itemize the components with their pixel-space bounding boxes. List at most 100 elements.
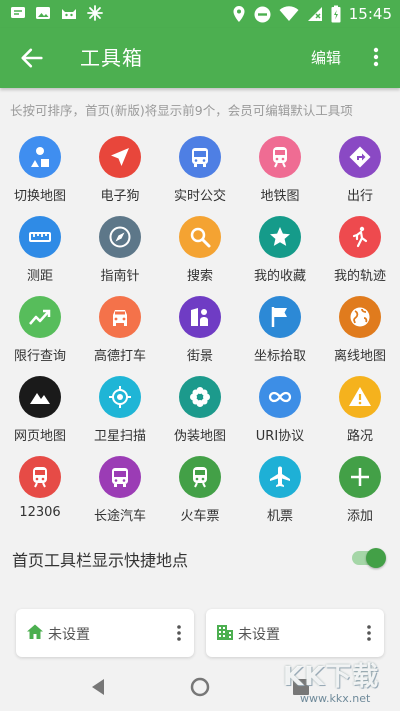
- tool-satellite-scan[interactable]: 卫星扫描: [80, 376, 160, 446]
- tool-label: 火车票: [180, 509, 220, 524]
- tool-realtime-bus[interactable]: 实时公交: [160, 136, 240, 206]
- tool-road-conditions[interactable]: 路况: [320, 376, 400, 446]
- tool-street-view[interactable]: 街景: [160, 296, 240, 366]
- toggle-knob: [366, 548, 386, 568]
- dnd-icon: [254, 6, 271, 22]
- back-arrow-icon[interactable]: [18, 44, 46, 72]
- quick-places-toggle[interactable]: [350, 548, 386, 568]
- tool-train-ticket[interactable]: 火车票: [160, 456, 240, 526]
- tool-label: 限行查询: [13, 349, 66, 364]
- streetview-icon: [179, 296, 221, 338]
- tool-label: 路况: [346, 429, 373, 444]
- tool-taxi[interactable]: 高德打车: [80, 296, 160, 366]
- battery-icon: [331, 5, 341, 23]
- company-shortcut-card[interactable]: 未设置: [206, 609, 384, 657]
- tool-label: 伪装地图: [173, 429, 226, 444]
- globe-icon: [339, 296, 381, 338]
- compass-icon: [99, 216, 141, 258]
- watermark-brand: KK下载: [283, 662, 380, 692]
- tool-label: 我的轨迹: [333, 269, 386, 284]
- tool-subway-map[interactable]: 地铁图: [240, 136, 320, 206]
- more-vert-icon[interactable]: [364, 45, 388, 69]
- tool-switch-map[interactable]: 切换地图: [0, 136, 80, 206]
- tool-label: 出行: [346, 189, 373, 204]
- tool-tracks[interactable]: 我的轨迹: [320, 216, 400, 286]
- tool-label: 离线地图: [333, 349, 386, 364]
- tool-12306[interactable]: 12306: [0, 456, 80, 526]
- tool-disguise-map[interactable]: 伪装地图: [160, 376, 240, 446]
- gps-icon: [99, 376, 141, 418]
- navigation-arrow-icon: [99, 136, 141, 178]
- tool-label: 卫星扫描: [93, 429, 146, 444]
- car-icon: [99, 296, 141, 338]
- image-icon: [35, 5, 51, 25]
- train-ticket-icon: [179, 456, 221, 498]
- ruler-icon: [19, 216, 61, 258]
- tool-coordinate-pick[interactable]: 坐标拾取: [240, 296, 320, 366]
- tool-measure[interactable]: 测距: [0, 216, 80, 286]
- nav-back-icon[interactable]: [88, 676, 110, 698]
- tool-label: 电子狗: [100, 189, 140, 204]
- tool-label: 高德打车: [93, 349, 146, 364]
- tool-radar[interactable]: 电子狗: [80, 136, 160, 206]
- train-icon: [19, 456, 61, 498]
- page-title: 工具箱: [80, 46, 143, 70]
- tool-favorites[interactable]: 我的收藏: [240, 216, 320, 286]
- tool-uri-protocol[interactable]: URI协议: [240, 376, 320, 446]
- location-icon: [233, 6, 245, 22]
- tool-long-distance-bus[interactable]: 长途汽车: [80, 456, 160, 526]
- home-icon: [27, 624, 43, 639]
- tool-label: 长途汽车: [93, 509, 146, 524]
- signal-icon: [307, 7, 322, 21]
- tool-label: 我的收藏: [253, 269, 306, 284]
- tool-label: 地铁图: [260, 189, 300, 204]
- tool-label: 网页地图: [13, 429, 66, 444]
- plus-icon: [339, 456, 381, 498]
- tool-label: 搜索: [186, 269, 213, 284]
- wifi-icon: [279, 6, 299, 21]
- edit-button[interactable]: 编辑: [311, 47, 341, 69]
- more-vert-icon[interactable]: [170, 623, 188, 643]
- status-bar: 15:45: [0, 0, 400, 28]
- company-shortcut-label: 未设置: [238, 627, 280, 643]
- tool-traffic-restriction[interactable]: 限行查询: [0, 296, 80, 366]
- home-shortcut-card[interactable]: 未设置: [16, 609, 194, 657]
- more-vert-icon[interactable]: [360, 623, 378, 643]
- message-icon: [10, 5, 26, 25]
- trend-icon: [19, 296, 61, 338]
- airplane-icon: [259, 456, 301, 498]
- flag-icon: [259, 296, 301, 338]
- coach-icon: [99, 456, 141, 498]
- directions-icon: [339, 136, 381, 178]
- tool-compass[interactable]: 指南针: [80, 216, 160, 286]
- company-icon: [217, 625, 233, 640]
- tool-label: 机票: [266, 509, 293, 524]
- tool-label: 切换地图: [13, 189, 66, 204]
- tool-trip[interactable]: 出行: [320, 136, 400, 206]
- subway-icon: [259, 136, 301, 178]
- snowflake-icon: [87, 5, 103, 25]
- link-icon: [259, 376, 301, 418]
- bus-icon: [179, 136, 221, 178]
- flower-icon: [179, 376, 221, 418]
- app-bar: 工具箱 编辑: [0, 28, 400, 88]
- search-icon: [179, 216, 221, 258]
- sort-hint: 长按可排序，首页(新版)将显示前9个，会员可编辑默认工具项: [10, 103, 353, 118]
- quick-places-setting-label: 首页工具栏显示快捷地点: [12, 551, 189, 570]
- tool-add[interactable]: 添加: [320, 456, 400, 526]
- notification-icons: [10, 5, 103, 25]
- tool-web-map[interactable]: 网页地图: [0, 376, 80, 446]
- tool-label: 添加: [346, 509, 373, 524]
- cat-icon: [60, 5, 78, 25]
- tool-label: 街景: [186, 349, 213, 364]
- tool-search[interactable]: 搜索: [160, 216, 240, 286]
- walk-icon: [339, 216, 381, 258]
- tool-label: 指南针: [100, 269, 140, 284]
- tool-label: 12306: [19, 505, 61, 520]
- home-shortcut-label: 未设置: [48, 627, 90, 643]
- tool-label: 实时公交: [173, 189, 226, 204]
- nav-home-icon[interactable]: [189, 676, 211, 698]
- tool-offline-map[interactable]: 离线地图: [320, 296, 400, 366]
- star-icon: [259, 216, 301, 258]
- tool-flight-ticket[interactable]: 机票: [240, 456, 320, 526]
